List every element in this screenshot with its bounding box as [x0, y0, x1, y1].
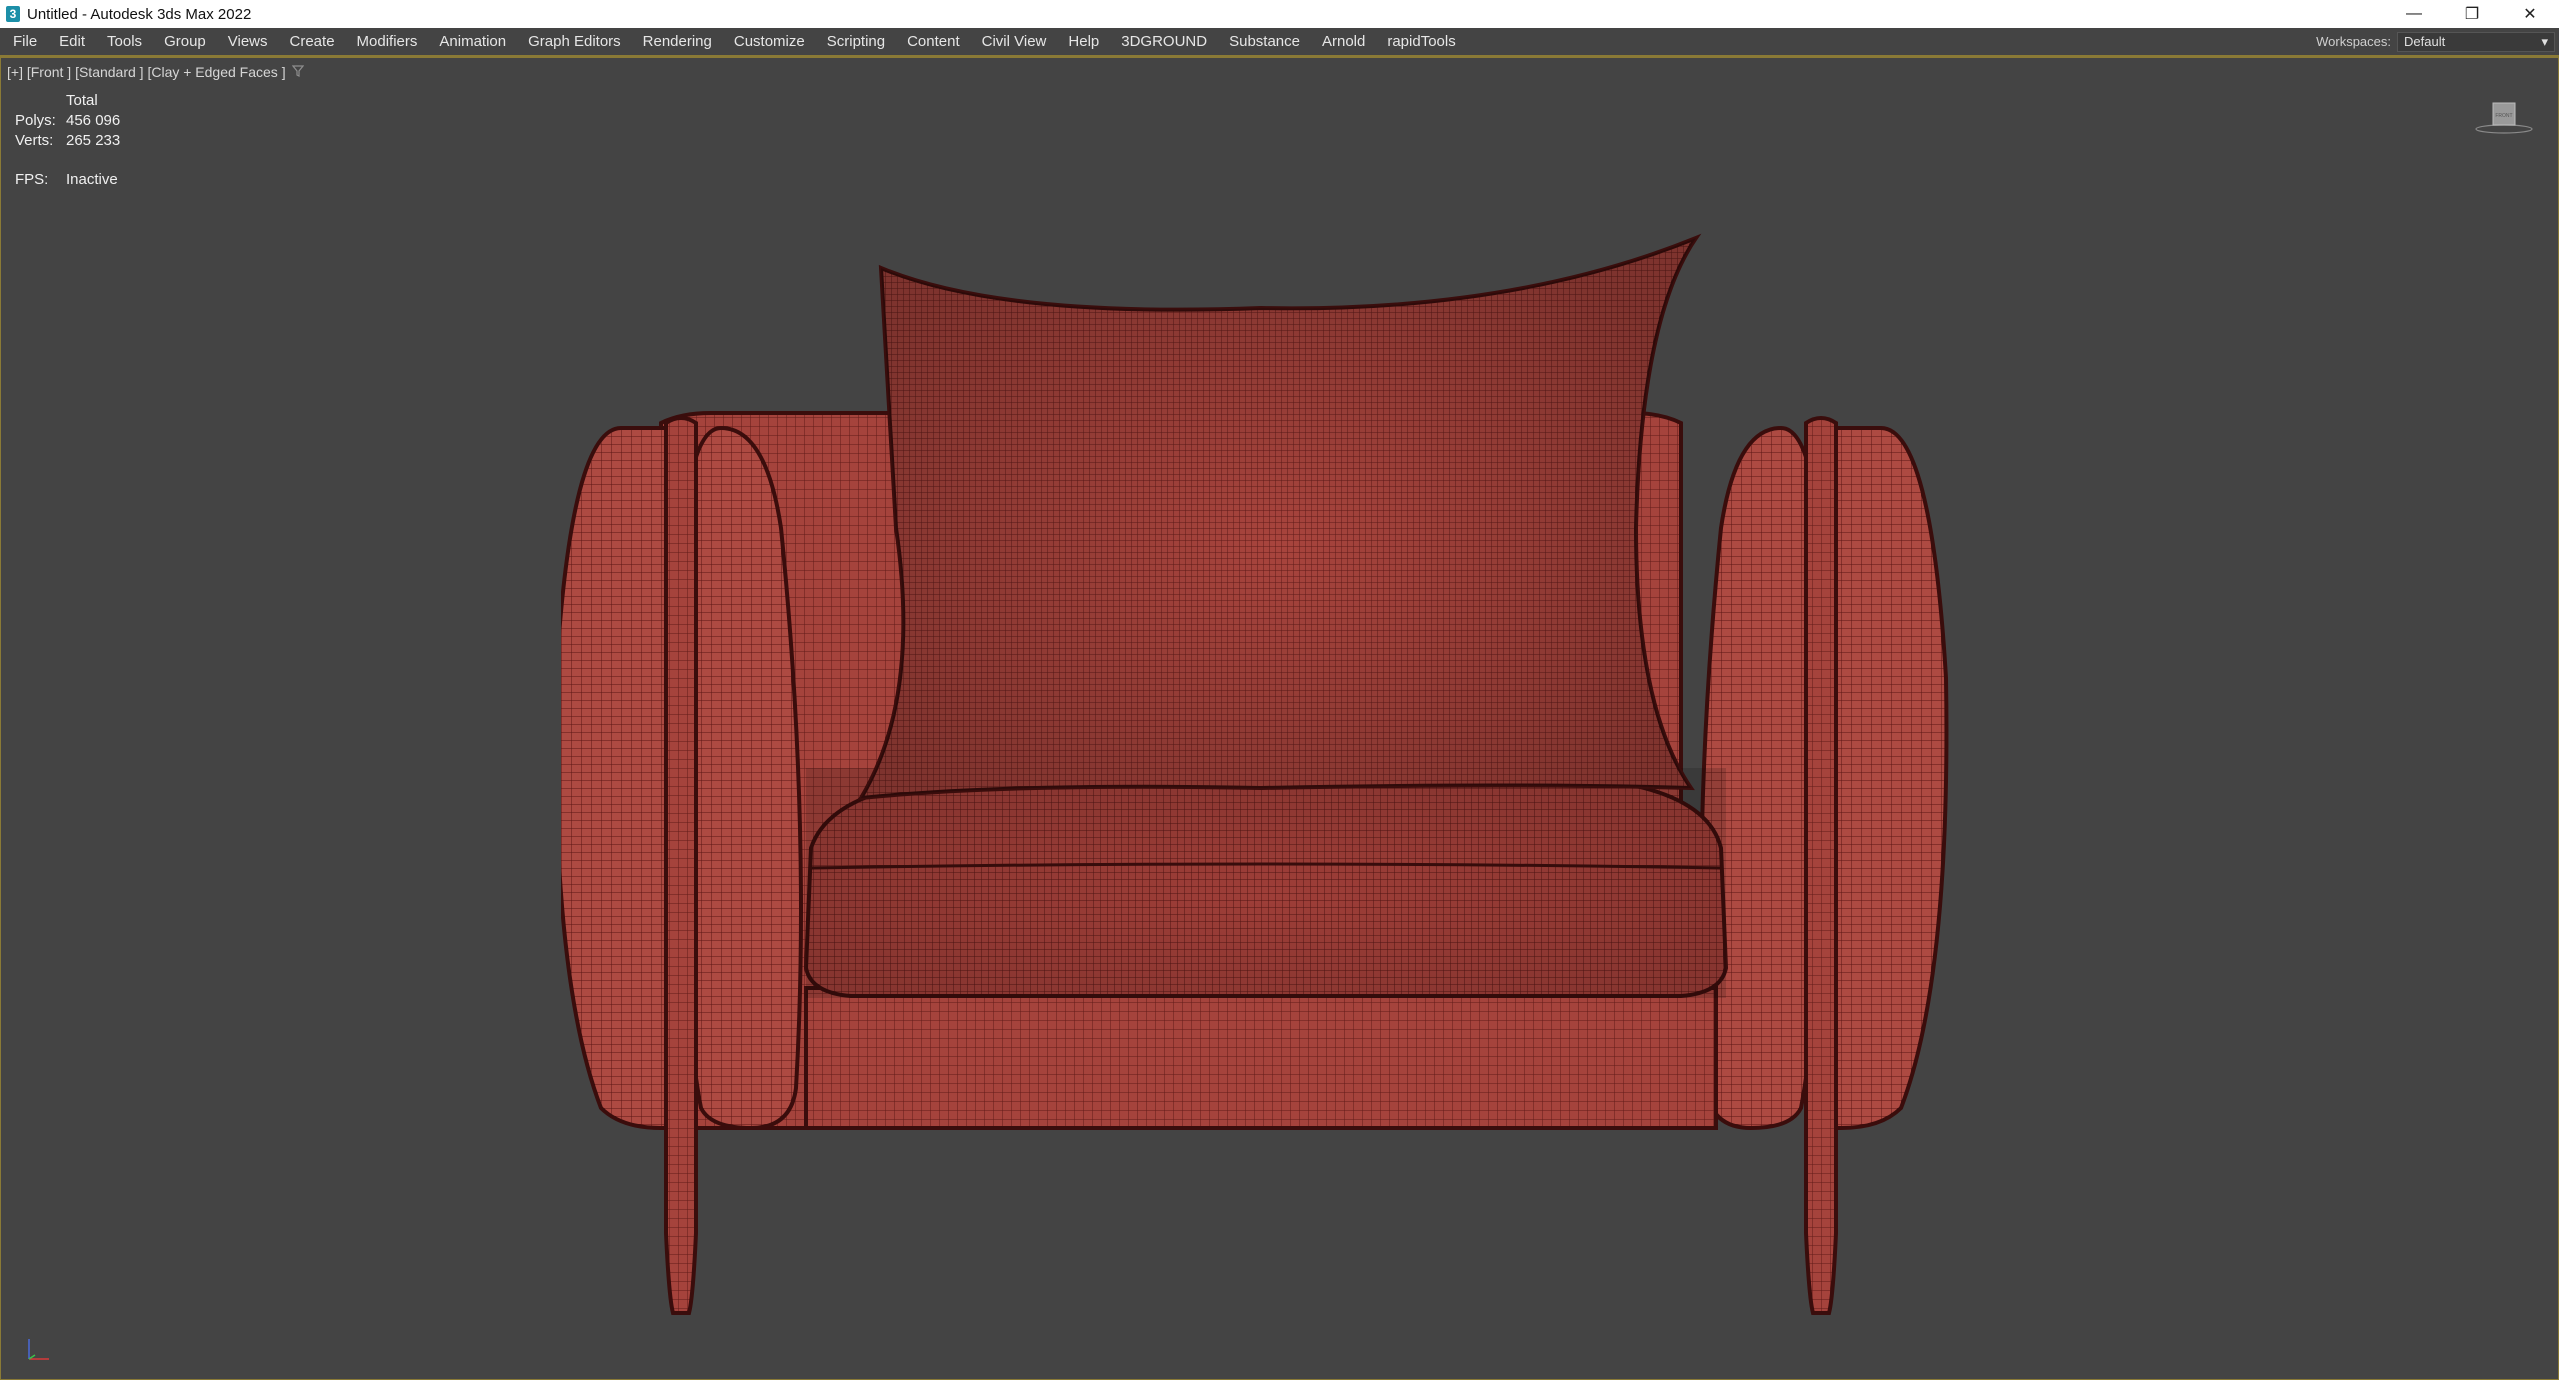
viewport-label-text[interactable]: [+] [Front ] [Standard ] [Clay + Edged F…	[7, 64, 286, 80]
menu-content[interactable]: Content	[896, 28, 971, 55]
window-title: Untitled - Autodesk 3ds Max 2022	[27, 5, 252, 23]
menu-help[interactable]: Help	[1057, 28, 1110, 55]
menu-graph-editors[interactable]: Graph Editors	[517, 28, 632, 55]
window-controls: — ❐ ✕	[2385, 0, 2559, 28]
close-button[interactable]: ✕	[2501, 0, 2559, 28]
menu-file[interactable]: File	[0, 28, 48, 55]
viewcube-face-label: FRONT	[2495, 113, 2512, 119]
minimize-button[interactable]: —	[2385, 0, 2443, 28]
chair-left-arm-outer	[561, 426, 683, 1130]
stats-fps-label: FPS:	[15, 171, 49, 188]
stats-fps-value: Inactive	[66, 171, 118, 188]
title-bar: 3 Untitled - Autodesk 3ds Max 2022 — ❐ ✕	[0, 0, 2559, 28]
menu-bar: File Edit Tools Group Views Create Modif…	[0, 28, 2559, 57]
stats-polys-value: 456 096	[66, 112, 121, 129]
menu-animation[interactable]: Animation	[428, 28, 517, 55]
menu-group[interactable]: Group	[153, 28, 217, 55]
stats-verts-value: 265 233	[66, 132, 121, 149]
menu-create[interactable]: Create	[279, 28, 346, 55]
menu-tools[interactable]: Tools	[96, 28, 153, 55]
menu-rendering[interactable]: Rendering	[632, 28, 723, 55]
menu-arnold[interactable]: Arnold	[1311, 28, 1376, 55]
chair-base-front	[804, 986, 1718, 1130]
restore-button[interactable]: ❐	[2443, 0, 2501, 28]
filter-icon[interactable]	[291, 64, 304, 80]
menu-3dground[interactable]: 3DGROUND	[1110, 28, 1218, 55]
stats-total-header: Total	[66, 92, 98, 109]
workspaces-label: Workspaces:	[2316, 34, 2391, 49]
chevron-down-icon: ▾	[2541, 33, 2548, 49]
menu-civil-view[interactable]: Civil View	[971, 28, 1058, 55]
menu-customize[interactable]: Customize	[723, 28, 816, 55]
stats-verts-label: Verts:	[15, 132, 54, 149]
menu-views[interactable]: Views	[217, 28, 279, 55]
armchair-model[interactable]	[561, 228, 2001, 1328]
menu-modifiers[interactable]: Modifiers	[346, 28, 429, 55]
3dsmax-app-icon[interactable]: 3	[6, 6, 20, 22]
workspaces-control: Workspaces: Default ▾	[2316, 28, 2559, 55]
chair-left-leg	[664, 416, 698, 1315]
chair-right-arm-outer	[1819, 426, 1949, 1130]
viewport-label[interactable]: [+] [Front ] [Standard ] [Clay + Edged F…	[7, 64, 304, 80]
menu-rapidtools[interactable]: rapidTools	[1376, 28, 1466, 55]
menu-edit[interactable]: Edit	[48, 28, 96, 55]
viewport-statistics: Total Polys: 456 096 Verts: 265 233 FPS: In…	[15, 91, 120, 190]
workspaces-value: Default	[2404, 34, 2446, 49]
viewport-front[interactable]: [+] [Front ] [Standard ] [Clay + Edged F…	[0, 57, 2559, 1380]
menu-scripting[interactable]: Scripting	[816, 28, 896, 55]
chair-right-leg	[1804, 416, 1838, 1315]
stats-polys-label: Polys:	[15, 112, 56, 129]
axis-tripod-icon	[28, 1339, 49, 1360]
viewcube[interactable]: FRONT	[2474, 98, 2534, 138]
menu-substance[interactable]: Substance	[1218, 28, 1311, 55]
workspaces-dropdown[interactable]: Default ▾	[2397, 31, 2555, 52]
